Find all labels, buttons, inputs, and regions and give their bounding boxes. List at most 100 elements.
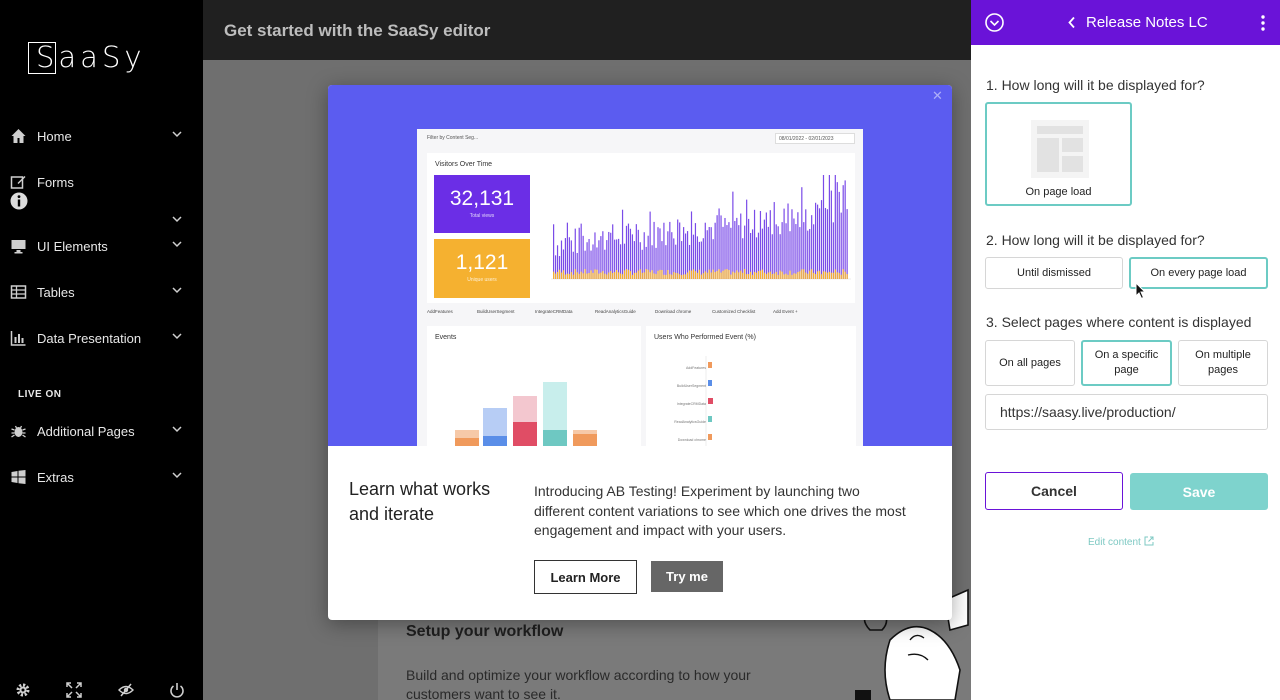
chart-bar-secondary bbox=[608, 272, 610, 279]
chart-bar-secondary bbox=[683, 274, 685, 279]
question-3: 3. Select pages where content is display… bbox=[986, 314, 1252, 330]
chart-bar bbox=[686, 231, 689, 279]
chart-bar-secondary bbox=[655, 274, 657, 279]
hide-icon[interactable] bbox=[118, 682, 134, 698]
chart-bar-secondary bbox=[791, 274, 793, 279]
event-label: AddFeatures bbox=[685, 366, 706, 370]
chart-bar bbox=[631, 234, 633, 279]
chart-bar-secondary bbox=[816, 271, 819, 279]
on-page-load-option[interactable]: On page load bbox=[985, 102, 1132, 206]
sidebar-item-label: Home bbox=[37, 129, 72, 144]
dashboard-filter: Filter by Content Seg... bbox=[427, 135, 479, 141]
chart-bar-secondary bbox=[807, 273, 809, 279]
unique-users-card: 1,121 Unique users bbox=[434, 239, 530, 298]
chart-bar-secondary bbox=[767, 272, 769, 279]
chart-bar-secondary bbox=[627, 269, 630, 279]
chart-bar bbox=[665, 245, 667, 279]
events-chart bbox=[455, 382, 597, 446]
users-event-title: Users Who Performed Event (%) bbox=[654, 334, 756, 341]
chart-bar-secondary bbox=[675, 272, 677, 279]
chart-bar bbox=[759, 211, 762, 279]
chart-bar bbox=[832, 222, 834, 279]
chart-bar-secondary bbox=[836, 272, 838, 279]
chart-bar-secondary bbox=[738, 272, 740, 279]
try-me-button[interactable]: Try me bbox=[651, 561, 723, 592]
info-icon[interactable] bbox=[10, 192, 28, 210]
chart-bar-secondary bbox=[572, 274, 574, 279]
chart-bar-secondary bbox=[653, 273, 655, 279]
collapse-icon[interactable] bbox=[985, 13, 1004, 32]
close-icon[interactable]: ✕ bbox=[932, 89, 946, 103]
settings-icon[interactable] bbox=[15, 682, 31, 698]
chart-bar bbox=[578, 227, 580, 279]
chevron-down-icon[interactable] bbox=[172, 214, 182, 224]
chart-bar-secondary bbox=[771, 274, 773, 279]
chart-bar bbox=[830, 190, 832, 279]
chart-bar-secondary bbox=[779, 270, 781, 279]
edit-content-link[interactable]: Edit content bbox=[1088, 536, 1154, 548]
sidebar-item-tables[interactable]: Tables bbox=[0, 280, 203, 304]
chart-bar bbox=[785, 223, 787, 279]
total-views-label: Total views bbox=[469, 213, 495, 219]
chart-bar-secondary bbox=[598, 273, 600, 279]
chart-bar bbox=[740, 213, 742, 279]
page-url-input[interactable] bbox=[985, 394, 1268, 430]
chart-bar-secondary bbox=[564, 274, 567, 279]
until-dismissed-option[interactable]: Until dismissed bbox=[985, 257, 1123, 289]
on-multiple-pages-option[interactable]: On multiple pages bbox=[1178, 340, 1268, 386]
page-thumbnail-icon bbox=[1031, 120, 1089, 178]
chart-bar bbox=[600, 236, 602, 279]
learn-more-button[interactable]: Learn More bbox=[534, 560, 637, 594]
on-every-page-load-option[interactable]: On every page load bbox=[1129, 257, 1268, 289]
chart-bar-secondary bbox=[698, 269, 700, 279]
chart-bar bbox=[813, 224, 815, 279]
cancel-button[interactable]: Cancel bbox=[985, 472, 1123, 510]
chart-bar-secondary bbox=[673, 272, 675, 279]
sidebar-item-label: Data Presentation bbox=[37, 331, 142, 346]
chart-bar bbox=[842, 185, 844, 279]
chart-bar bbox=[580, 223, 582, 279]
chart-bar-secondary bbox=[826, 272, 829, 279]
bug-icon bbox=[11, 425, 26, 438]
sidebar-item-extras[interactable]: Extras bbox=[0, 465, 203, 489]
chart-bar-secondary bbox=[755, 272, 758, 279]
fullscreen-icon[interactable] bbox=[66, 682, 82, 698]
chart-bar-secondary bbox=[712, 269, 714, 279]
chart-bar-secondary bbox=[753, 271, 756, 279]
top-bar: Get started with the SaaSy editor bbox=[203, 0, 971, 60]
chart-bar bbox=[805, 209, 807, 279]
event-chip: Download chrome bbox=[655, 309, 692, 314]
back-chevron-icon[interactable] bbox=[1067, 16, 1077, 29]
chart-bar-secondary bbox=[570, 272, 572, 279]
chart-bar bbox=[568, 237, 570, 279]
chart-bar bbox=[773, 202, 775, 279]
save-button[interactable]: Save bbox=[1130, 473, 1268, 510]
sidebar-item-ui-elements[interactable]: UI Elements bbox=[0, 234, 203, 258]
home-icon bbox=[11, 129, 26, 143]
chart-bar-secondary bbox=[775, 271, 777, 279]
chart-bar-secondary bbox=[637, 270, 639, 279]
sidebar-item-home[interactable]: Home bbox=[0, 124, 203, 148]
logo[interactable]: SaaSy bbox=[26, 40, 166, 80]
more-vertical-icon[interactable] bbox=[1259, 14, 1267, 32]
sidebar-item-forms[interactable]: Forms bbox=[0, 170, 203, 194]
chart-bar-secondary bbox=[657, 270, 659, 279]
on-specific-page-option[interactable]: On a specific page bbox=[1081, 340, 1172, 386]
chart-bar-secondary bbox=[728, 270, 730, 279]
chart-bar-secondary bbox=[696, 272, 699, 279]
chart-bar bbox=[700, 241, 702, 279]
chart-bar bbox=[694, 223, 697, 279]
sidebar-item-data-presentation[interactable]: Data Presentation bbox=[0, 326, 203, 350]
chevron-down-icon bbox=[172, 287, 182, 294]
chart-bar bbox=[679, 222, 681, 279]
sidebar-item-additional-pages[interactable]: Additional Pages bbox=[0, 419, 203, 443]
event-chips: AddFeatures BuildUserSegment IntegrateCR… bbox=[427, 309, 855, 319]
chart-bar bbox=[767, 226, 769, 279]
on-all-pages-option[interactable]: On all pages bbox=[985, 340, 1075, 386]
announcement-modal: ✕ Filter by Content Seg... 08/01/2022 - … bbox=[328, 85, 952, 620]
chart-bar-secondary bbox=[785, 273, 787, 279]
power-icon[interactable] bbox=[169, 682, 185, 698]
chart-bar-secondary bbox=[663, 274, 665, 279]
chart-bar-secondary bbox=[590, 270, 592, 279]
chart-bar bbox=[606, 240, 608, 279]
